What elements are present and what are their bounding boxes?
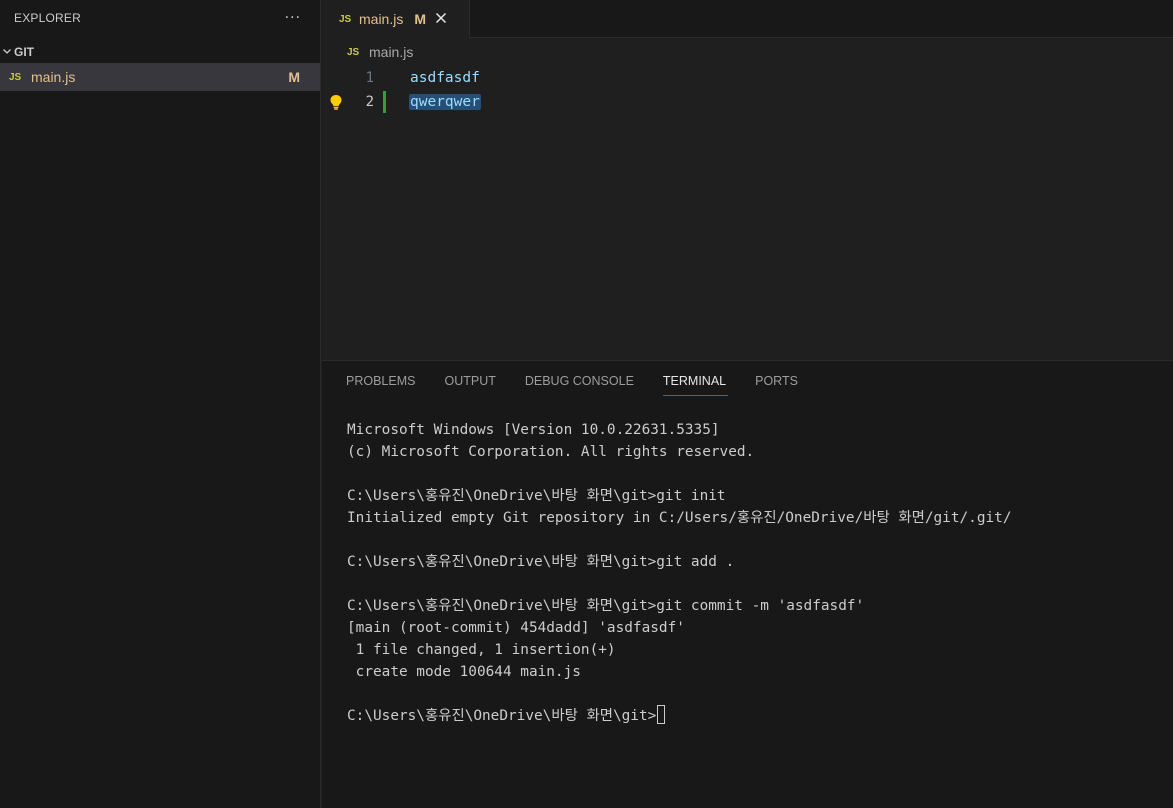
tab-main-js[interactable]: JS main.js M [322, 0, 470, 38]
ellipsis-icon[interactable]: ··· [285, 10, 306, 26]
line-number: 2 [365, 94, 374, 110]
close-icon[interactable] [435, 10, 447, 28]
tab-terminal[interactable]: TERMINAL [662, 361, 729, 401]
js-file-icon: JS [339, 13, 352, 25]
code-line[interactable]: 2 qwerqwer [322, 90, 1173, 114]
explorer-header: EXPLORER ··· [0, 0, 320, 36]
tab-debug-console[interactable]: DEBUG CONSOLE [525, 361, 634, 401]
git-added-marker[interactable] [383, 91, 386, 113]
terminal-line: Microsoft Windows [Version 10.0.22631.53… [347, 422, 720, 438]
folder-git[interactable]: GIT [0, 41, 320, 63]
terminal-line: Initialized empty Git repository in C:/U… [347, 510, 1012, 526]
explorer-title: EXPLORER [14, 11, 81, 25]
terminal-line: C:\Users\홍유진\OneDrive\바탕 화면\git>git init [347, 488, 726, 504]
tab-label: main.js [359, 11, 404, 27]
terminal-line: [main (root-commit) 454dadd] 'asdfasdf' [347, 620, 685, 636]
file-item-main-js[interactable]: JS main.js M [0, 63, 320, 91]
bottom-panel: PROBLEMS OUTPUT DEBUG CONSOLE TERMINAL P… [322, 360, 1173, 808]
terminal-prompt: C:\Users\홍유진\OneDrive\바탕 화면\git> [347, 708, 657, 724]
terminal-prompt-line[interactable]: C:\Users\홍유진\OneDrive\바탕 화면\git> [347, 705, 1173, 727]
editor-tabbar: JS main.js M [322, 0, 1173, 38]
line-number: 1 [365, 70, 374, 86]
git-status-badge: M [288, 69, 300, 85]
tab-problems[interactable]: PROBLEMS [346, 361, 415, 401]
panel-tabs: PROBLEMS OUTPUT DEBUG CONSOLE TERMINAL P… [322, 361, 1173, 401]
tab-ports[interactable]: PORTS [755, 361, 798, 401]
file-name: main.js [31, 69, 76, 85]
breadcrumb-file[interactable]: main.js [369, 44, 413, 60]
terminal-line: C:\Users\홍유진\OneDrive\바탕 화면\git>git add … [347, 554, 735, 570]
terminal-line: (c) Microsoft Corporation. All rights re… [347, 444, 755, 460]
terminal-line: 1 file changed, 1 insertion(+) [347, 642, 616, 658]
code-text[interactable]: asdfasdf [409, 70, 481, 86]
tab-output[interactable]: OUTPUT [444, 361, 495, 401]
editor-area: JS main.js M JS main.js 1 asdfasdf 2 qwe… [322, 0, 1173, 360]
js-file-icon: JS [9, 71, 22, 83]
js-file-icon: JS [347, 46, 360, 58]
terminal-cursor [657, 705, 666, 724]
explorer-sidebar: EXPLORER ··· GIT JS main.js M [0, 0, 321, 808]
breadcrumb[interactable]: JS main.js [322, 38, 1173, 66]
lightbulb-icon[interactable] [322, 94, 350, 110]
tab-status-badge: M [414, 11, 427, 27]
terminal-line: create mode 100644 main.js [347, 664, 581, 680]
folder-label: GIT [14, 45, 34, 59]
code-line[interactable]: 1 asdfasdf [322, 66, 1173, 90]
terminal-output[interactable]: Microsoft Windows [Version 10.0.22631.53… [322, 401, 1173, 727]
terminal-line: C:\Users\홍유진\OneDrive\바탕 화면\git>git comm… [347, 598, 865, 614]
code-text[interactable]: qwerqwer [409, 94, 481, 110]
chevron-down-icon [2, 46, 12, 59]
